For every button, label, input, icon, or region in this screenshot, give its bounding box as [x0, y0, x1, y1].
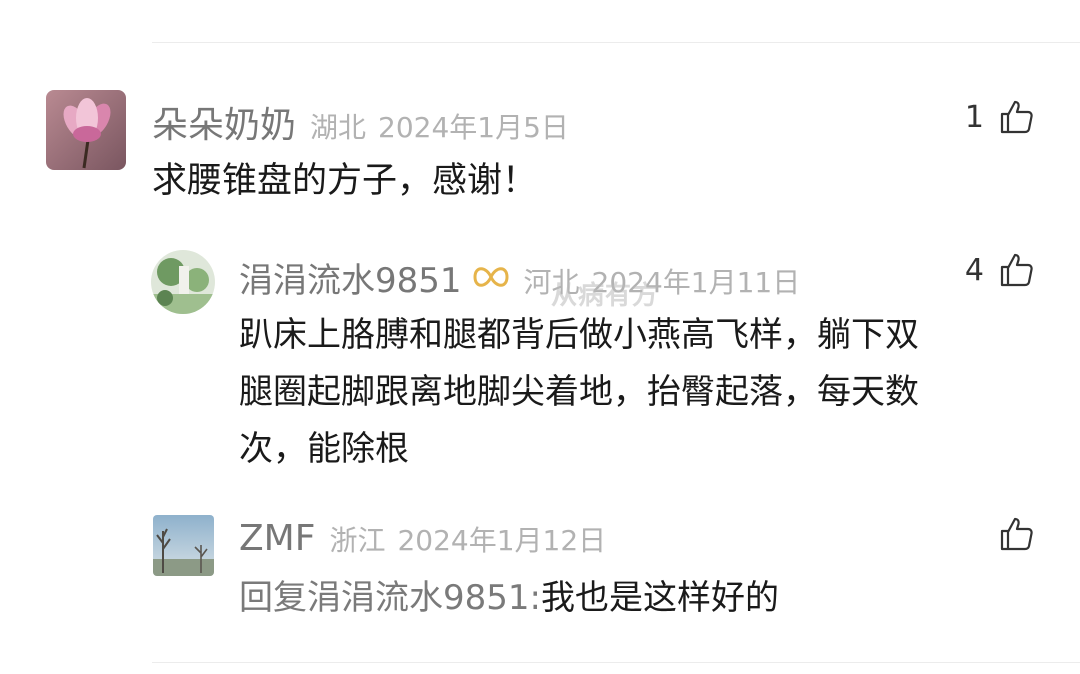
thumbs-up-icon — [1000, 517, 1033, 551]
comment-meta: 朵朵奶奶 湖北 2024年1月5日 — [152, 96, 569, 148]
magnolia-flower-icon — [46, 90, 126, 170]
like-button[interactable]: 1 — [965, 99, 1034, 135]
like-button[interactable] — [998, 516, 1034, 552]
comment-meta: 涓涓流水9851 河北 2024年1月11日 — [239, 253, 800, 302]
comment-meta: ZMF 浙江 2024年1月12日 — [239, 518, 606, 559]
avatar[interactable] — [46, 90, 126, 170]
comment-date: 2024年1月5日 — [378, 111, 569, 144]
reply-mention[interactable]: 回复涓涓流水9851: — [239, 578, 541, 618]
comment-text: 趴床上胳膊和腿都背后做小燕高飞样，躺下双 腿圈起脚跟离地脚尖着地，抬臀起落，每天… — [239, 307, 919, 478]
like-count: 4 — [964, 252, 984, 288]
comment-info: 浙江 2024年1月12日 — [329, 519, 606, 559]
infinity-badge-icon — [473, 267, 509, 287]
top-divider — [152, 42, 1080, 43]
comment-author[interactable]: 涓涓流水9851 — [239, 253, 462, 302]
comment-text-line: 趴床上胳膊和腿都背后做小燕高飞样，躺下双 — [239, 315, 919, 355]
comment-info: 河北 2024年1月11日 — [524, 261, 801, 301]
comment-info: 湖北 2024年1月5日 — [310, 106, 569, 146]
scenery-icon — [151, 250, 215, 314]
comment-date: 2024年1月12日 — [397, 524, 607, 557]
avatar[interactable] — [153, 515, 214, 576]
comment-text: 求腰锥盘的方子，感谢！ — [152, 161, 538, 201]
winter-tree-icon — [153, 515, 214, 576]
bottom-divider — [152, 662, 1080, 663]
reply-content: 我也是这样好的 — [540, 578, 779, 618]
comment-text-line: 腿圈起脚跟离地脚尖着地，抬臀起落，每天数 — [239, 372, 919, 412]
like-count: 1 — [964, 99, 984, 135]
comment-author[interactable]: ZMF — [239, 518, 315, 559]
comment-text-line: 次，能除根 — [239, 429, 409, 469]
avatar[interactable] — [151, 250, 215, 314]
comment-author[interactable]: 朵朵奶奶 — [152, 96, 296, 148]
comment-date: 2024年1月11日 — [591, 266, 801, 299]
thumbs-up-icon — [1000, 253, 1033, 287]
comment-region: 河北 — [523, 266, 580, 299]
like-button[interactable]: 4 — [965, 252, 1034, 288]
reply-text: 回复涓涓流水9851:我也是这样好的 — [239, 570, 779, 627]
thumbs-up-icon — [1000, 100, 1033, 134]
comment-region: 湖北 — [310, 111, 367, 144]
comment-region: 浙江 — [329, 524, 386, 557]
